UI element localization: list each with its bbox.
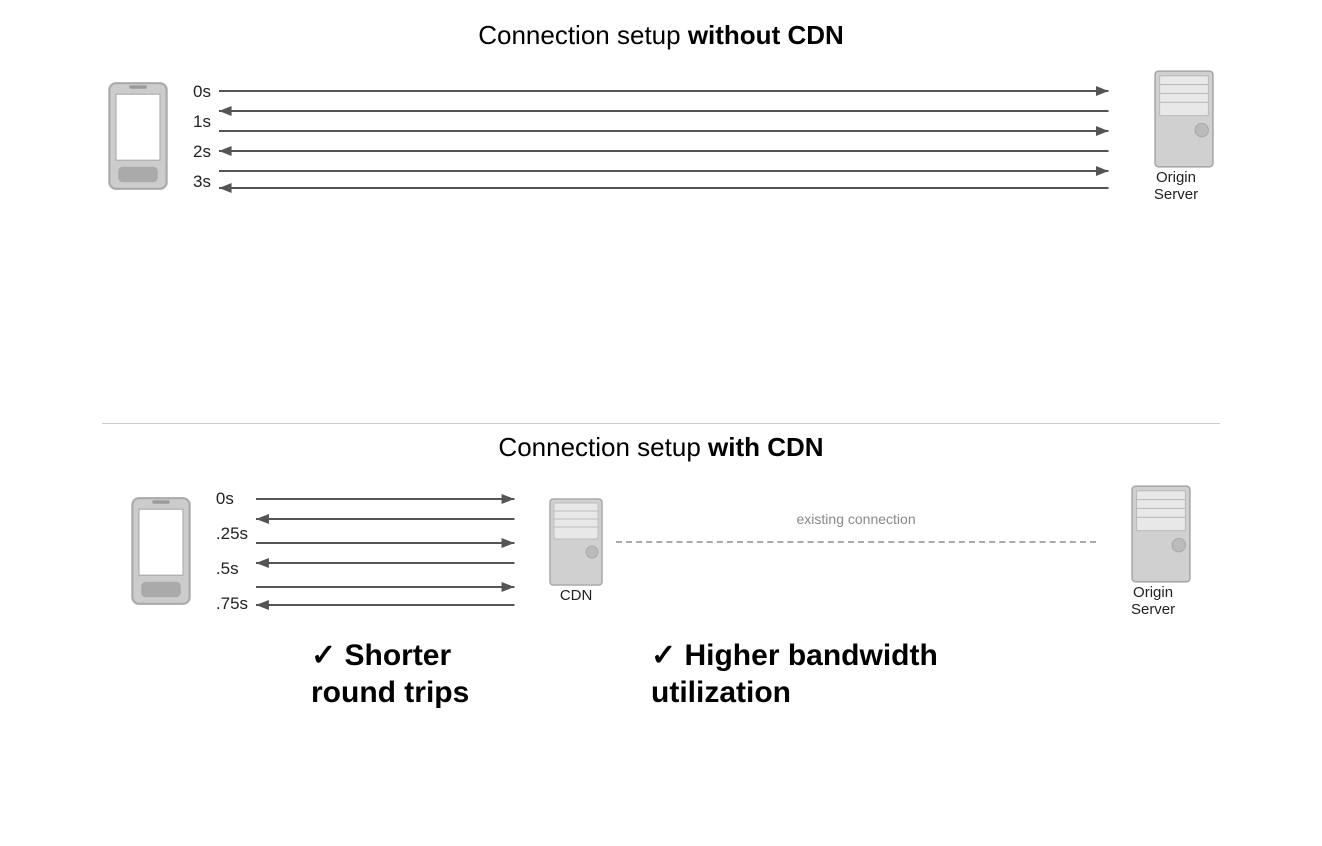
cdn-server-icon (546, 497, 606, 587)
cdn-wrapper: CDN (546, 497, 606, 604)
benefit1-checkmark: ✓ (311, 639, 336, 672)
existing-connection-label: existing connection (797, 511, 916, 527)
cdn-time-75s: .75s (216, 595, 248, 612)
bottom-title-bold: with CDN (708, 432, 824, 462)
cdn-arrows-svg (256, 481, 536, 621)
page: Connection setup without CDN 0s 1s 2s 3s (0, 0, 1322, 846)
existing-connection-area: existing connection (616, 481, 1096, 621)
bottom-server-label: OriginServer (1118, 584, 1188, 618)
bottom-server-icon (1126, 484, 1196, 584)
bottom-section: Connection setup with CDN 0s .25s .5s .7… (40, 432, 1282, 827)
top-section: Connection setup without CDN 0s 1s 2s 3s (40, 20, 1282, 415)
top-arrows-area (219, 76, 1119, 196)
cdn-time-0s: 0s (216, 490, 248, 507)
benefit2-checkmark: ✓ (651, 639, 676, 672)
benefit2-text: Higher bandwidthutilization (651, 639, 938, 710)
time-1s: 1s (193, 113, 211, 130)
time-0s: 0s (193, 83, 211, 100)
cdn-label: CDN (560, 587, 593, 604)
time-2s: 2s (193, 143, 211, 160)
bottom-title-normal: Connection setup (498, 432, 708, 462)
bottom-diagram: 0s .25s .5s .75s (40, 481, 1282, 621)
top-title-bold: without CDN (688, 20, 844, 50)
top-arrows-svg (219, 76, 1119, 196)
bottom-time-labels: 0s .25s .5s .75s (216, 481, 248, 621)
benefits-row: ✓ Shorterround trips ✓ Higher bandwidthu… (211, 637, 1111, 712)
top-server-icon (1149, 69, 1219, 169)
phone-icon (103, 81, 173, 191)
bottom-phone-icon (126, 496, 196, 606)
benefit-bandwidth: ✓ Higher bandwidthutilization (651, 637, 1111, 712)
top-diagram: 0s 1s 2s 3s (40, 69, 1282, 203)
cdn-arrows-area (256, 481, 536, 621)
top-title-normal: Connection setup (478, 20, 688, 50)
dotted-line (616, 541, 1096, 543)
cdn-time-25s: .25s (216, 525, 248, 542)
benefit-shorter: ✓ Shorterround trips (311, 637, 651, 712)
time-3s: 3s (193, 173, 211, 190)
bottom-server-wrapper: OriginServer (1110, 484, 1196, 618)
top-server-wrapper: OriginServer (1133, 69, 1219, 203)
section-divider (102, 423, 1220, 424)
top-server-label: OriginServer (1141, 169, 1211, 203)
top-time-labels: 0s 1s 2s 3s (193, 76, 211, 196)
cdn-time-5s: .5s (216, 560, 248, 577)
top-title: Connection setup without CDN (478, 20, 844, 51)
bottom-title: Connection setup with CDN (498, 432, 823, 463)
